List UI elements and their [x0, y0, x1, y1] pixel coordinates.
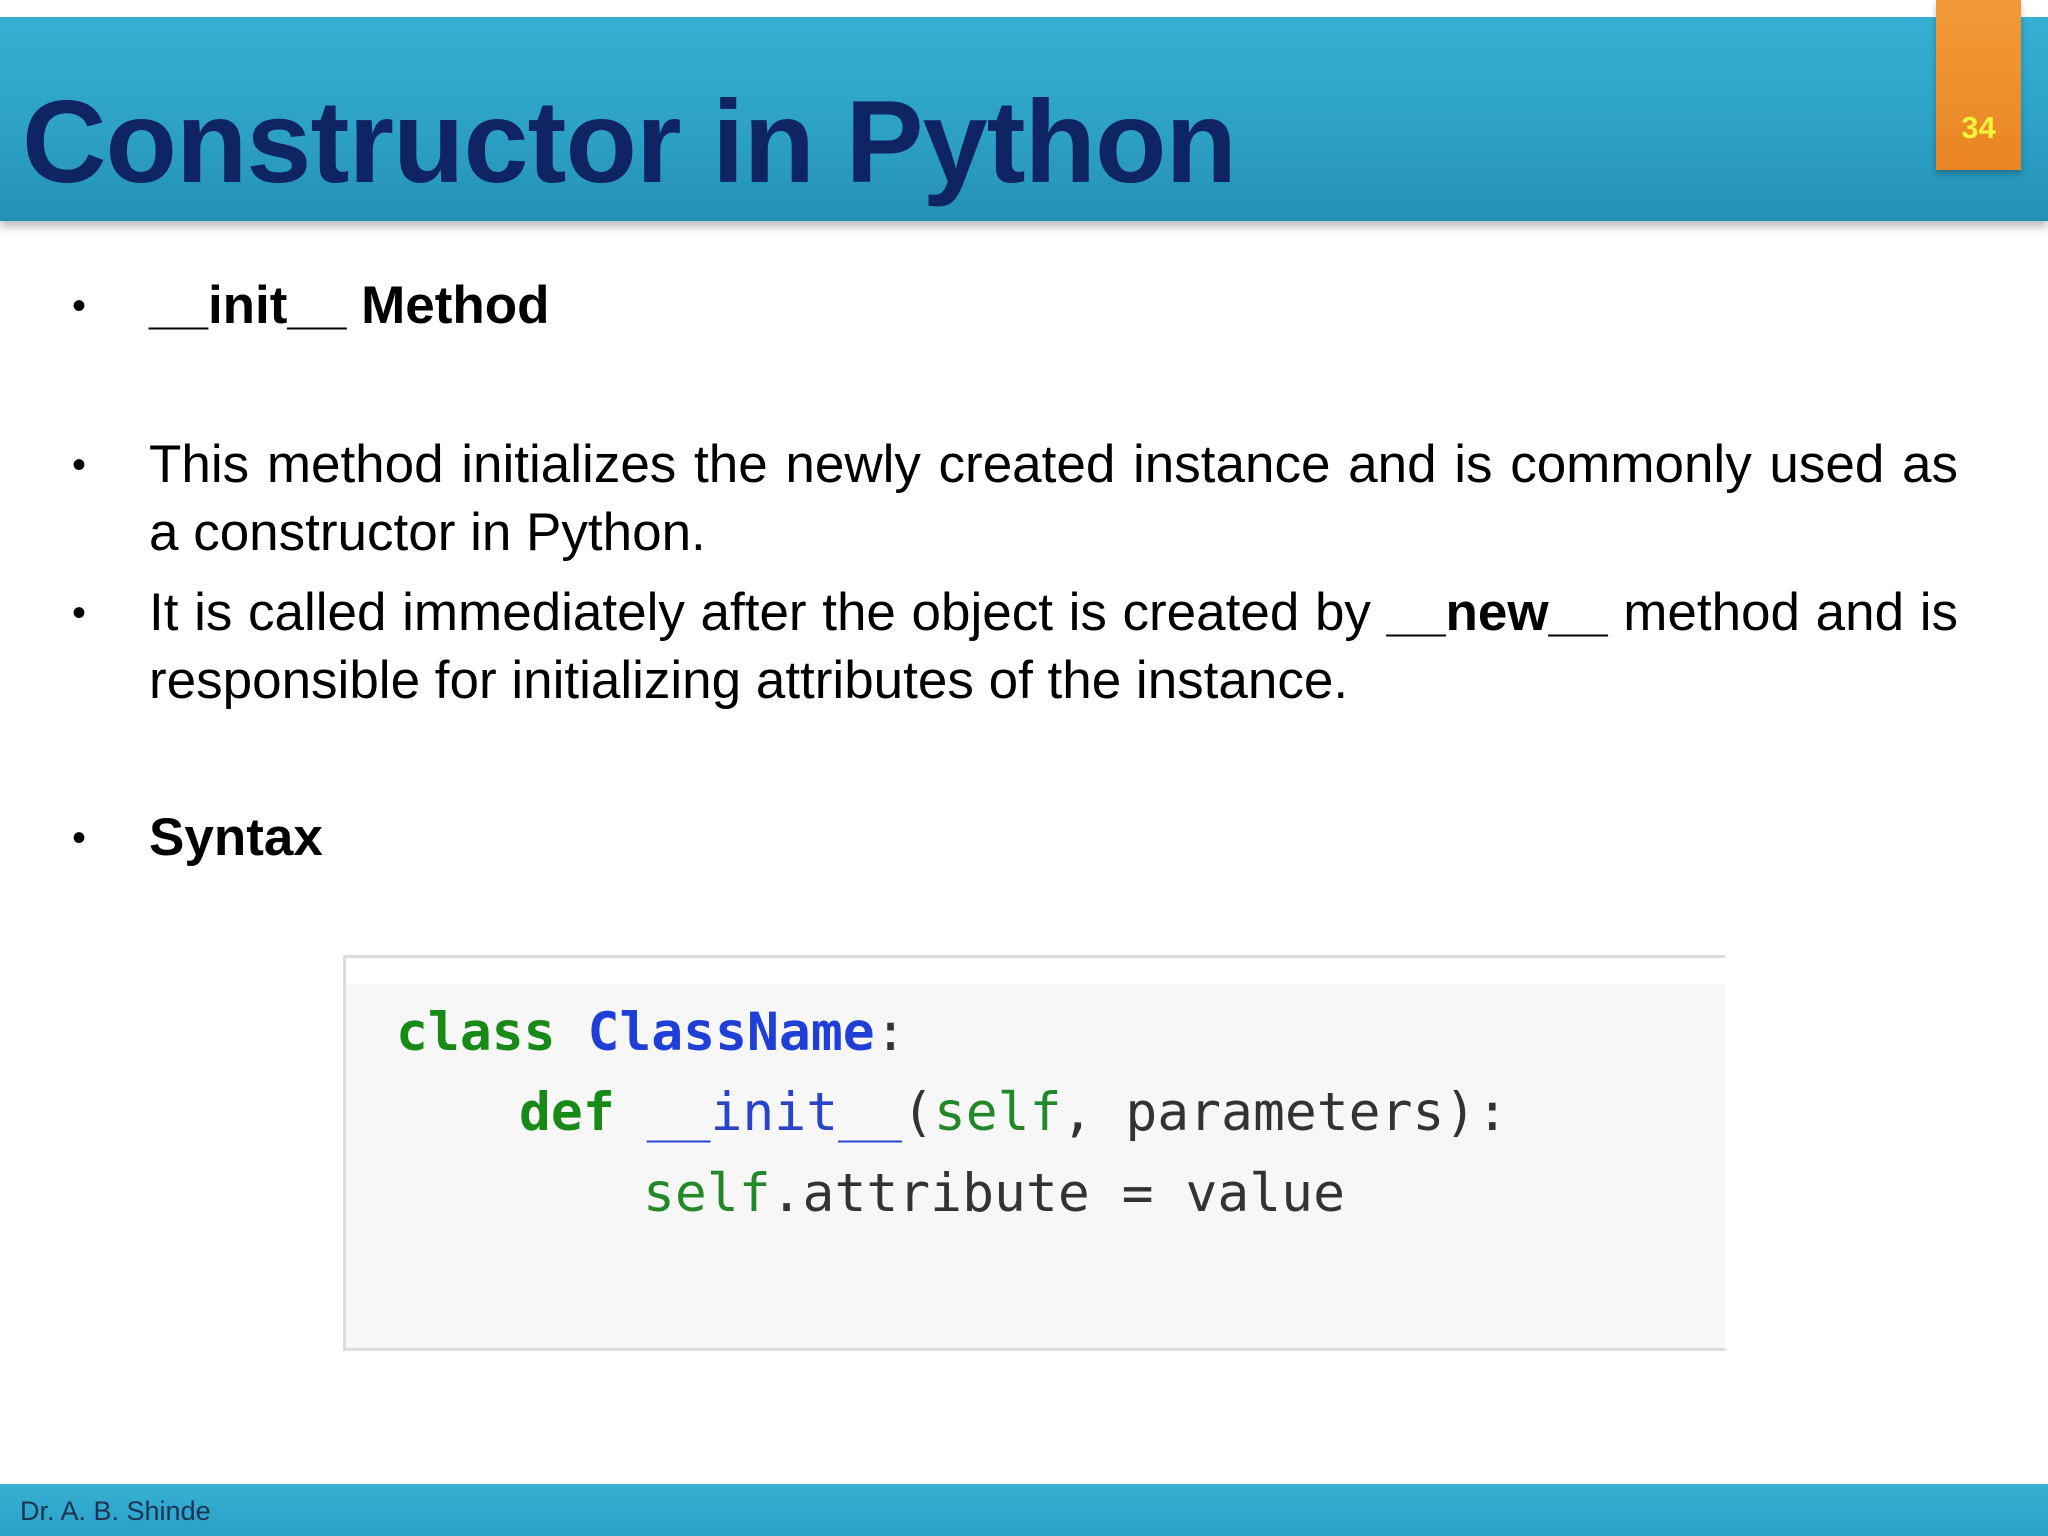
- page-number-badge: 34: [1936, 0, 2021, 170]
- code-keyword-class: class: [396, 1002, 556, 1063]
- footer-bar: Dr. A. B. Shinde: [0, 1484, 2048, 1536]
- code-line-assign: self.attribute = value: [643, 1158, 1345, 1230]
- footer-author: Dr. A. B. Shinde: [20, 1496, 211, 1526]
- code-paren: (: [901, 1082, 934, 1143]
- slide-title: Constructor in Python: [22, 76, 1237, 207]
- code-snippet: class ClassName: def __init__(self, para…: [343, 955, 1725, 1351]
- bullet-icon: •: [72, 816, 87, 860]
- page-number: 34: [1961, 110, 1996, 145]
- code-self-param: self: [933, 1082, 1062, 1143]
- title-bar: Constructor in Python: [0, 17, 2048, 221]
- code-line-class: class ClassName:: [396, 997, 907, 1069]
- bullet-icon: •: [72, 591, 87, 635]
- bullet-text-heading: Syntax: [149, 808, 323, 867]
- code-snippet-top-strip: [346, 958, 1725, 984]
- code-method-name: __init__: [646, 1082, 902, 1143]
- bullet-text-before: It is called immediately after the objec…: [149, 583, 1371, 642]
- code-colon: :: [874, 1002, 907, 1063]
- code-line-def: def __init__(self, parameters):: [519, 1077, 1508, 1149]
- code-params: , parameters):: [1061, 1082, 1509, 1143]
- new-method-name: __new__: [1386, 583, 1608, 642]
- bullet-text: This method initializes the newly create…: [149, 435, 1958, 562]
- code-class-name: ClassName: [587, 1002, 875, 1063]
- bullet-text-heading: __init__ Method: [149, 276, 550, 335]
- bullet-icon: •: [72, 443, 87, 487]
- bullet-icon: •: [72, 284, 87, 328]
- bullet-text: It is called immediately after the objec…: [149, 579, 1958, 715]
- code-self-ref: self: [643, 1163, 771, 1224]
- code-keyword-def: def: [519, 1082, 615, 1143]
- code-assignment: .attribute = value: [770, 1163, 1345, 1224]
